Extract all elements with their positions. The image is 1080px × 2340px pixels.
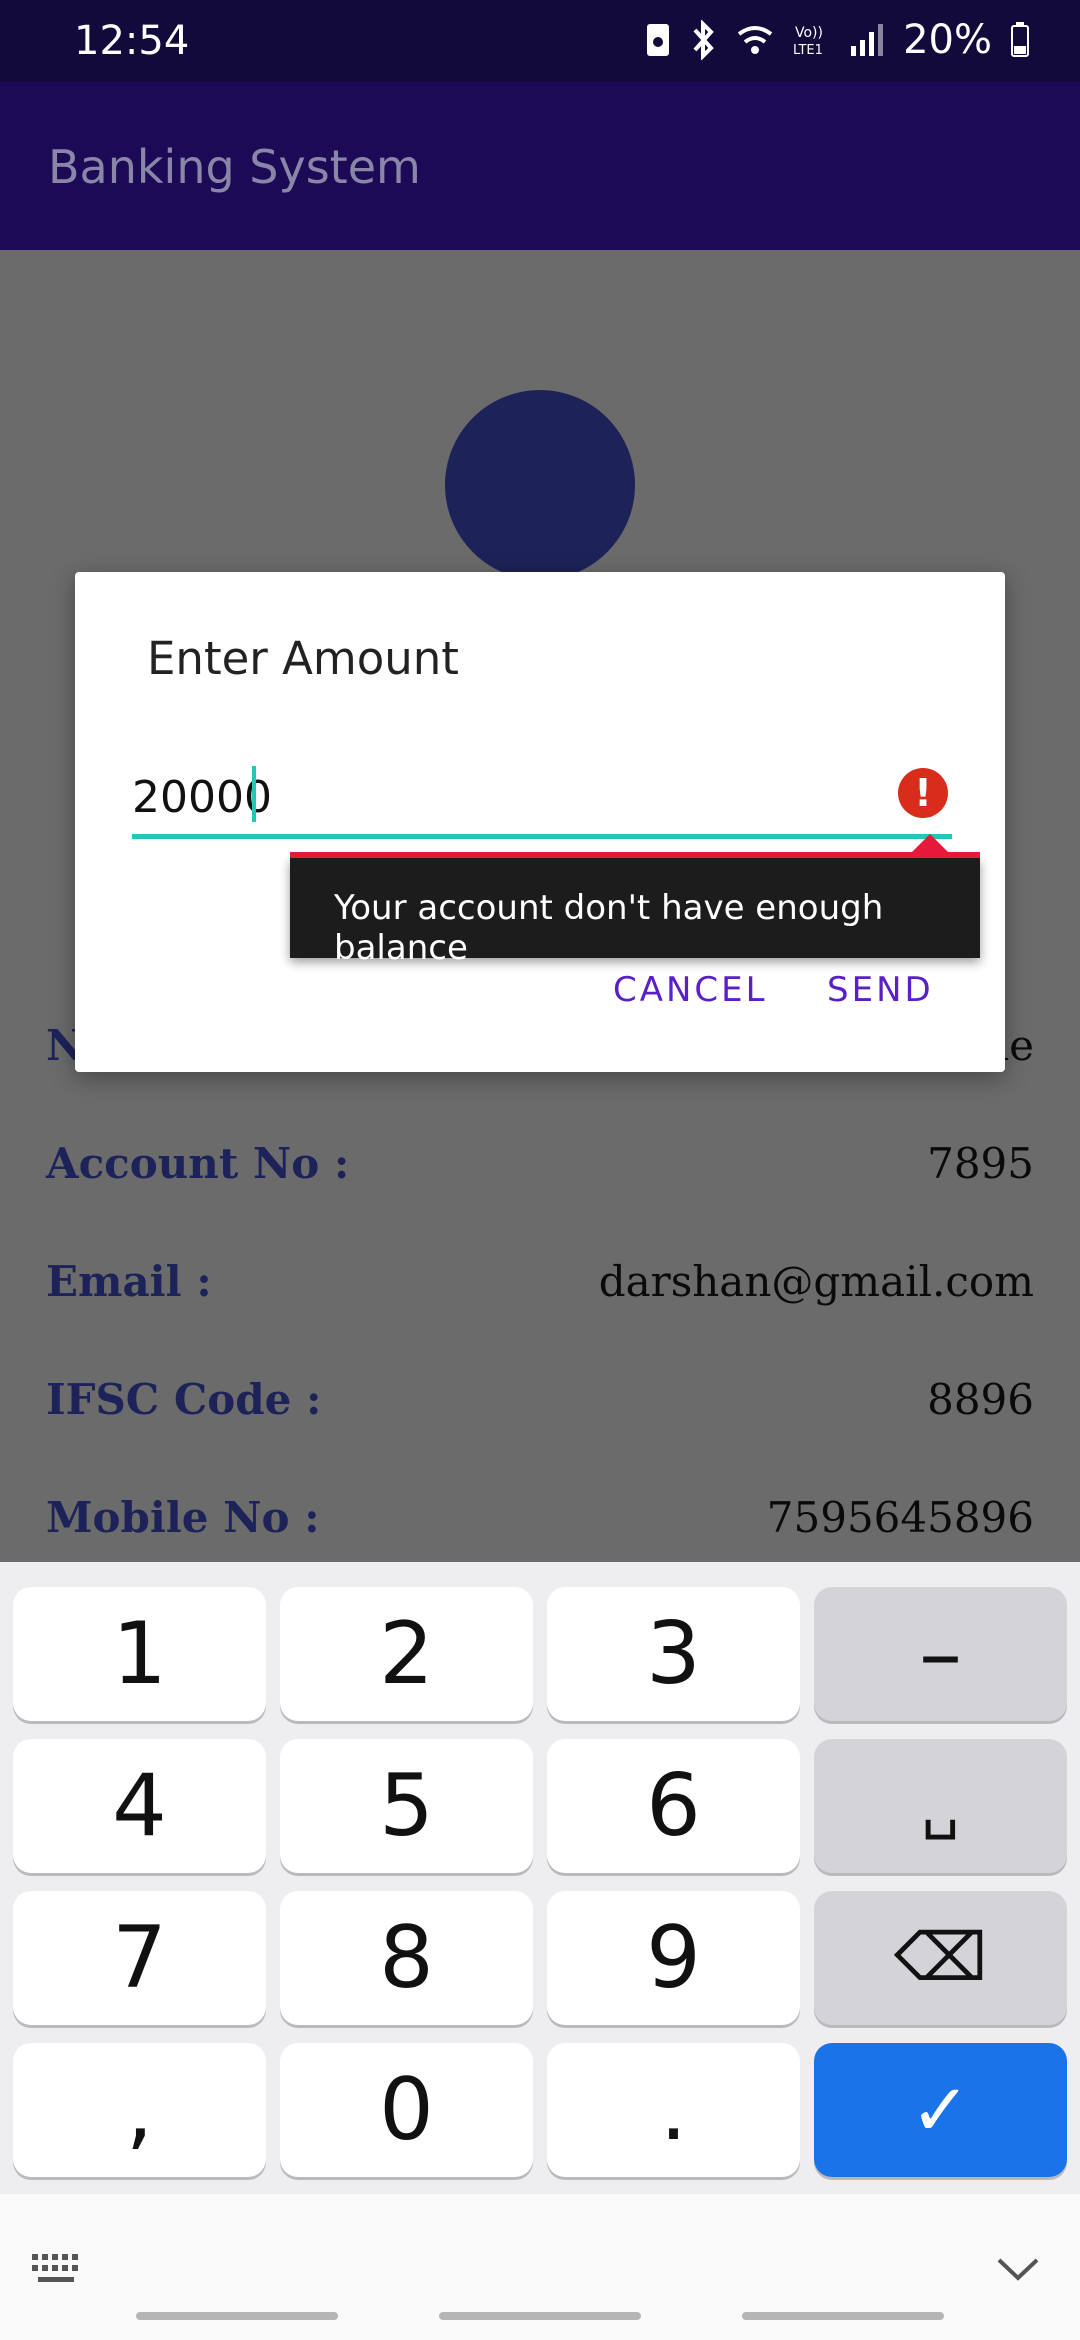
nav-pill-center[interactable]: [439, 2312, 641, 2320]
account-value: 7895: [927, 1138, 1034, 1188]
battery-percentage: 20%: [903, 17, 992, 63]
error-tooltip: Your account don't have enough balance: [290, 834, 980, 968]
detail-row-account: Account No : 7895: [46, 1133, 1034, 1193]
amount-input-value[interactable]: 20000: [132, 772, 272, 823]
amount-input[interactable]: 20000 !: [132, 762, 952, 839]
detail-row-email: Email : darshan@gmail.com: [46, 1251, 1034, 1311]
mobile-label: Mobile No :: [46, 1492, 320, 1542]
key-8[interactable]: 8: [280, 1891, 533, 2025]
error-icon[interactable]: !: [898, 768, 948, 818]
key-1[interactable]: 1: [13, 1587, 266, 1721]
key-6[interactable]: 6: [547, 1739, 800, 1873]
done-key[interactable]: ✓: [814, 2043, 1067, 2177]
email-value: darshan@gmail.com: [598, 1256, 1034, 1306]
key-7[interactable]: 7: [13, 1891, 266, 2025]
avatar: [445, 390, 635, 580]
app-title: Banking System: [48, 140, 421, 194]
nav-pill-right[interactable]: [742, 2312, 944, 2320]
key-period[interactable]: .: [547, 2043, 800, 2177]
wifi-icon: [737, 26, 773, 54]
key-0[interactable]: 0: [280, 2043, 533, 2177]
cancel-button[interactable]: CANCEL: [613, 970, 768, 1010]
key-9[interactable]: 9: [547, 1891, 800, 2025]
svg-text:Vo)): Vo)): [795, 25, 823, 41]
dialog-title: Enter Amount: [147, 632, 459, 685]
email-label: Email :: [46, 1256, 212, 1306]
key-4[interactable]: 4: [13, 1739, 266, 1873]
signal-icon: [851, 24, 884, 56]
send-button[interactable]: SEND: [827, 970, 934, 1010]
ifsc-label: IFSC Code :: [46, 1374, 322, 1424]
hide-keyboard-icon[interactable]: [995, 2254, 1041, 2284]
detail-row-ifsc: IFSC Code : 8896: [46, 1369, 1034, 1429]
battery-icon: [1011, 22, 1029, 57]
key-space[interactable]: ␣: [814, 1739, 1067, 1873]
key-comma[interactable]: ,: [13, 2043, 266, 2177]
status-time: 12:54: [74, 18, 190, 64]
app-bar: Banking System: [0, 82, 1080, 250]
key-3[interactable]: 3: [547, 1587, 800, 1721]
account-label: Account No :: [46, 1138, 350, 1188]
key-5[interactable]: 5: [280, 1739, 533, 1873]
text-cursor: [252, 766, 256, 822]
key-2[interactable]: 2: [280, 1587, 533, 1721]
enter-amount-dialog: Enter Amount 20000 ! CANCEL SEND: [75, 572, 1005, 1072]
key-minus[interactable]: –: [814, 1587, 1067, 1721]
status-bar: 12:54 Vo)) LTE1 20%: [0, 0, 1080, 82]
ifsc-value: 8896: [927, 1374, 1034, 1424]
error-tooltip-pointer: [912, 834, 948, 852]
svg-text:LTE1: LTE1: [793, 43, 823, 58]
backspace-key[interactable]: ⌫: [814, 1891, 1067, 2025]
bluetooth-icon: [693, 20, 714, 60]
detail-row-mobile: Mobile No : 7595645896: [46, 1487, 1034, 1547]
status-icons: Vo)) LTE1 20%: [645, 16, 1030, 64]
sim-icon: [647, 24, 670, 56]
volte-icon: Vo)) LTE1: [793, 25, 823, 58]
keyboard-switch-icon[interactable]: [30, 2252, 86, 2286]
error-message: Your account don't have enough balance: [334, 888, 884, 968]
nav-pill-left[interactable]: [136, 2312, 338, 2320]
mobile-value: 7595645896: [766, 1492, 1034, 1542]
